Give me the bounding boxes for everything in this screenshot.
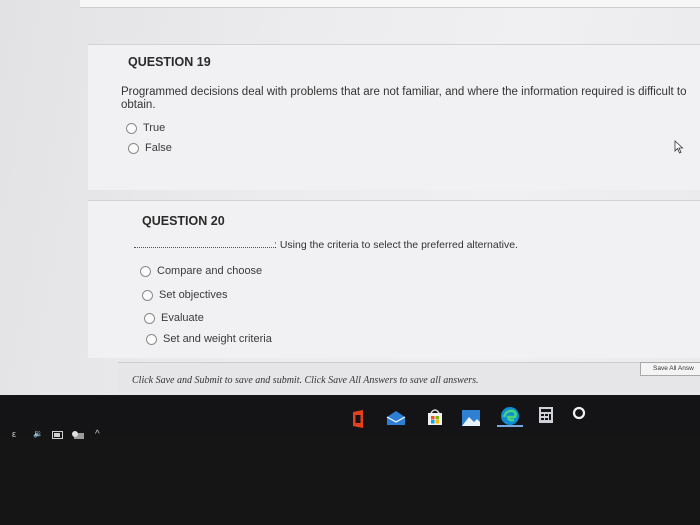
question-19-title: QUESTION 19 (128, 55, 211, 69)
radio-button[interactable] (144, 312, 155, 324)
mail-icon[interactable] (386, 410, 406, 426)
radio-button[interactable] (126, 122, 137, 134)
question-20-prompt-text: : Using the criteria to select the prefe… (274, 239, 518, 251)
battery-icon[interactable] (52, 431, 64, 439)
fill-in-blank (134, 240, 274, 248)
option-label: False (145, 142, 172, 154)
photos-icon[interactable] (462, 410, 480, 426)
radio-button[interactable] (140, 265, 151, 277)
option-label: Set and weight criteria (163, 333, 272, 345)
question-19-text: Programmed decisions deal with problems … (121, 86, 687, 111)
option-label: True (143, 122, 166, 134)
q19-option-false[interactable]: False (128, 142, 172, 154)
browser-content: QUESTION 19 Programmed decisions deal wi… (0, 0, 700, 410)
submit-instructions: Click Save and Submit to save and submit… (132, 375, 479, 386)
option-label: Evaluate (161, 312, 204, 324)
volume-icon[interactable]: 🔉 (33, 429, 43, 438)
q20-option-evaluate[interactable]: Evaluate (144, 312, 204, 324)
top-strip (80, 0, 700, 8)
radio-button[interactable] (146, 333, 157, 345)
q20-option-set-objectives[interactable]: Set objectives (142, 289, 227, 301)
option-label: Compare and choose (157, 265, 263, 277)
save-all-answers-button[interactable]: Save All Answ (640, 362, 700, 376)
q20-option-set-and-weight-criteria[interactable]: Set and weight criteria (146, 333, 272, 345)
question-20-title: QUESTION 20 (142, 214, 225, 228)
option-label: Set objectives (159, 289, 228, 301)
q19-option-true[interactable]: True (126, 122, 165, 134)
store-icon[interactable] (426, 408, 444, 426)
edge-icon[interactable] (500, 406, 520, 426)
cortana-icon[interactable] (572, 406, 586, 420)
calculator-icon[interactable] (539, 407, 553, 423)
show-hidden-icons-chevron[interactable]: ^ (95, 429, 100, 440)
office-icon[interactable] (350, 410, 366, 428)
network-icon[interactable] (71, 430, 85, 440)
q20-option-compare-and-choose[interactable]: Compare and choose (140, 265, 262, 277)
mouse-cursor-icon (674, 140, 684, 154)
active-app-indicator (497, 425, 523, 427)
radio-button[interactable] (128, 142, 139, 154)
radio-button[interactable] (142, 289, 153, 301)
question-20-prompt: : Using the criteria to select the prefe… (134, 239, 518, 252)
tray-glyph: ε (12, 429, 17, 439)
